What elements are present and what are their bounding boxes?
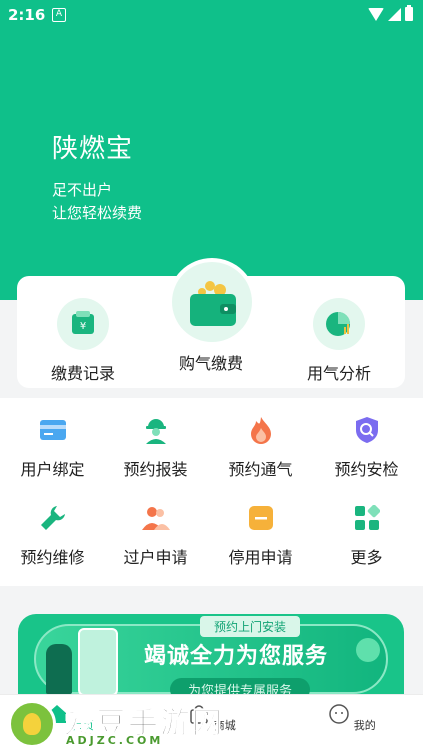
- banner-headline: 竭诚全力为您服务: [144, 644, 329, 669]
- wifi-icon: [368, 7, 384, 21]
- worker-icon: [142, 416, 170, 444]
- battery-icon: [405, 5, 413, 21]
- grid-item-transfer[interactable]: 过户申请: [103, 504, 208, 568]
- status-bar: 2:16 A: [0, 0, 423, 30]
- watermark-domain: ADJZC.COM: [66, 734, 164, 747]
- watermark-logo-icon: [8, 700, 56, 748]
- person-illustration: [46, 644, 72, 694]
- grid-item-gas-on[interactable]: 预约通气: [208, 416, 313, 480]
- grid-label: 预约安检: [334, 460, 399, 479]
- signal-icon: [388, 7, 401, 21]
- grid-label: 过户申请: [123, 548, 188, 567]
- payment-record-button[interactable]: ¥ 缴费记录: [23, 276, 143, 384]
- wallet-icon[interactable]: [172, 262, 252, 342]
- app-title: 陕燃宝: [52, 134, 134, 164]
- hero-line-1: 足不出户: [52, 181, 113, 199]
- card-icon: [39, 416, 67, 444]
- shield-search-icon: [353, 416, 381, 444]
- grid-item-user-bind[interactable]: 用户绑定: [0, 416, 105, 480]
- payment-record-label: 缴费记录: [50, 364, 115, 383]
- pie-chart-icon: [326, 312, 350, 336]
- grid-label: 更多: [350, 548, 383, 567]
- grid-label: 预约维修: [20, 548, 85, 567]
- gas-analysis-label: 用气分析: [306, 364, 371, 383]
- grid-item-suspend[interactable]: 停用申请: [208, 504, 313, 568]
- tab-mine-label: 我的: [353, 719, 376, 732]
- gas-analysis-button[interactable]: 用气分析: [279, 276, 399, 384]
- grid-item-install[interactable]: 预约报装: [103, 416, 208, 480]
- svg-text:¥: ¥: [80, 321, 86, 332]
- phone-illustration: [78, 628, 118, 696]
- grid-label: 用户绑定: [20, 460, 85, 479]
- grid-label: 停用申请: [228, 548, 293, 567]
- banner-dot: [356, 638, 380, 662]
- buy-gas-label: 购气缴费: [178, 354, 243, 373]
- service-grid: 用户绑定 预约报装 预约通气 预约安检 预约维修 过户申请 停用申请 更多: [0, 398, 423, 586]
- payment-record-icon: ¥: [72, 311, 94, 334]
- watermark: 爱豆手游网 ADJZC.COM: [8, 696, 268, 752]
- banner-pill: 预约上门安装: [200, 616, 301, 637]
- grid-label: 预约报装: [123, 460, 188, 479]
- grid-item-safety-check[interactable]: 预约安检: [314, 416, 419, 480]
- stop-icon: [247, 504, 275, 532]
- flame-icon: [247, 416, 275, 444]
- grid-item-more[interactable]: 更多: [314, 504, 419, 568]
- tab-mine[interactable]: 我的: [312, 703, 392, 733]
- wrench-icon: [39, 504, 67, 532]
- users-icon: [141, 504, 170, 532]
- banner-area: 预约上门安装 竭诚全力为您服务 为您提供专属服务: [0, 586, 423, 724]
- hero-line-2: 让您轻松续费: [52, 204, 143, 222]
- brand-block: 陕燃宝 足不出户 让您轻松续费: [52, 128, 142, 225]
- sim-icon: A: [52, 8, 66, 22]
- more-grid-icon: [353, 504, 381, 532]
- grid-item-repair[interactable]: 预约维修: [0, 504, 105, 568]
- user-face-icon: [329, 704, 349, 724]
- status-time: 2:16: [8, 6, 46, 24]
- grid-label: 预约通气: [228, 460, 293, 479]
